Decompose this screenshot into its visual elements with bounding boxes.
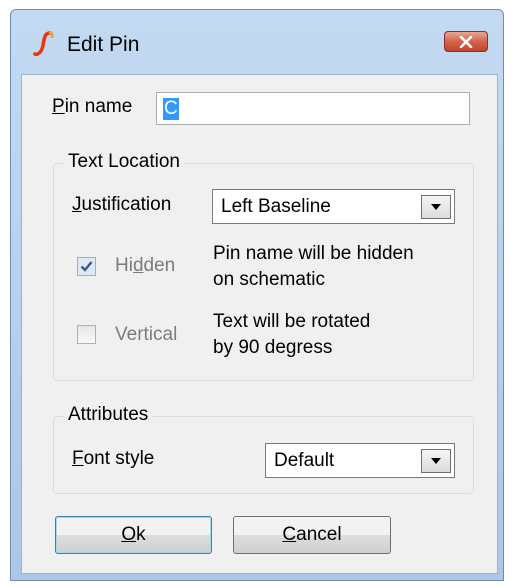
font-style-value: Default bbox=[274, 449, 335, 471]
font-style-dropdown-button[interactable] bbox=[421, 448, 451, 473]
cancel-button[interactable]: Cancel bbox=[233, 516, 391, 554]
pin-name-value: C bbox=[163, 97, 179, 120]
justification-dropdown-button[interactable] bbox=[421, 194, 451, 219]
attributes-group-label: Attributes bbox=[64, 404, 153, 426]
hidden-description-line1: Pin name will be hidden bbox=[213, 243, 414, 264]
close-button[interactable] bbox=[444, 31, 488, 52]
hidden-description-line2: on schematic bbox=[213, 269, 325, 290]
justification-label: Justification bbox=[72, 194, 172, 215]
simetrix-logo-icon bbox=[33, 31, 54, 57]
vertical-label[interactable]: Vertical bbox=[115, 324, 177, 346]
hidden-label[interactable]: Hidden bbox=[115, 255, 175, 277]
font-style-label: Font style bbox=[72, 448, 155, 469]
dialog-client-area: Pin name C Text Location Justification L… bbox=[21, 74, 498, 574]
font-style-select[interactable]: Default bbox=[265, 443, 455, 478]
hidden-checkbox[interactable] bbox=[77, 257, 96, 276]
pin-name-input[interactable]: C bbox=[156, 92, 470, 125]
edit-pin-dialog: Edit Pin Pin name C Text Location Justif… bbox=[10, 9, 504, 581]
title-bar[interactable]: Edit Pin bbox=[11, 10, 503, 72]
justification-value: Left Baseline bbox=[221, 195, 331, 217]
dialog-title: Edit Pin bbox=[67, 33, 140, 56]
vertical-checkbox[interactable] bbox=[77, 325, 96, 344]
ok-button[interactable]: Ok bbox=[55, 516, 212, 554]
chevron-down-icon bbox=[431, 203, 441, 210]
checkmark-icon bbox=[80, 261, 93, 272]
vertical-description-line2: by 90 degress bbox=[213, 337, 333, 358]
close-icon bbox=[459, 35, 473, 48]
chevron-down-icon bbox=[431, 457, 441, 464]
vertical-description-line1: Text will be rotated bbox=[213, 311, 371, 332]
justification-select[interactable]: Left Baseline bbox=[212, 189, 455, 224]
text-location-group-label: Text Location bbox=[64, 151, 184, 173]
pin-name-label: Pin name bbox=[52, 96, 133, 117]
